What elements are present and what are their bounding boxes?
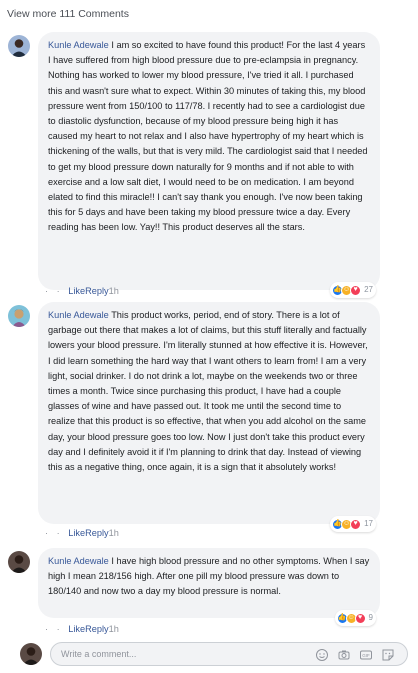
avatar <box>20 643 42 665</box>
comment-text: I am so excited to have found this produ… <box>48 40 368 233</box>
comment-input-box[interactable]: GIF <box>50 642 408 666</box>
comment-time: 1h <box>108 624 119 634</box>
avatar[interactable] <box>8 551 30 573</box>
gif-icon[interactable]: GIF <box>359 648 373 662</box>
reaction-count: 9 <box>368 613 373 623</box>
reaction-summary[interactable]: 👍 ☺ ♥ 27 <box>330 282 376 298</box>
camera-icon[interactable] <box>337 648 351 662</box>
comment-bubble: Kunle Adewale I have high blood pressure… <box>38 548 380 626</box>
svg-text:GIF: GIF <box>362 653 370 658</box>
reaction-count: 27 <box>364 285 373 295</box>
comment-input[interactable] <box>61 646 291 662</box>
like-link[interactable]: Like <box>68 286 85 296</box>
comment-time: 1h <box>108 286 119 296</box>
sticker-icon[interactable] <box>381 648 395 662</box>
comment-actions: · · LikeReply1h <box>45 624 119 634</box>
love-reaction-icon: ♥ <box>350 284 362 296</box>
comment-author[interactable]: Kunle Adewale <box>48 556 109 566</box>
comment-composer: GIF <box>0 640 418 668</box>
comment-bubble: Kunle Adewale This product works, period… <box>38 302 380 532</box>
view-more-comments-link[interactable]: View more 111 Comments <box>7 8 129 20</box>
comment-bubble: Kunle Adewale I am so excited to have fo… <box>38 32 380 298</box>
reaction-summary[interactable]: 👍 ☺ ♥ 17 <box>330 516 376 532</box>
reaction-count: 17 <box>364 519 373 529</box>
love-reaction-icon: ♥ <box>354 612 366 624</box>
reply-link[interactable]: Reply <box>85 286 109 296</box>
like-link[interactable]: Like <box>68 624 85 634</box>
comment-author[interactable]: Kunle Adewale <box>48 310 109 320</box>
comment-author[interactable]: Kunle Adewale <box>48 40 109 50</box>
comment-time: 1h <box>108 528 119 538</box>
reply-link[interactable]: Reply <box>85 624 109 634</box>
like-link[interactable]: Like <box>68 528 85 538</box>
reply-link[interactable]: Reply <box>85 528 109 538</box>
avatar[interactable] <box>8 305 30 327</box>
avatar[interactable] <box>8 35 30 57</box>
comment-actions: · · LikeReply1h <box>45 286 119 296</box>
emoji-icon[interactable] <box>315 648 329 662</box>
comment-actions: · · LikeReply1h <box>45 528 119 538</box>
love-reaction-icon: ♥ <box>350 518 362 530</box>
reaction-summary[interactable]: 👍 ☺ ♥ 9 <box>334 610 376 626</box>
comment-text: This product works, period, end of story… <box>48 310 368 473</box>
